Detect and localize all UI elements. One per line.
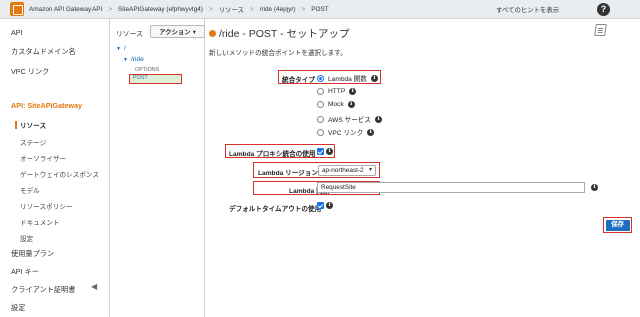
integration-option-label: AWS サービス	[328, 117, 371, 124]
integration-option-mock[interactable]: Mock i	[317, 101, 355, 108]
expanded-arrow-icon[interactable]: ▼	[116, 46, 121, 52]
info-icon[interactable]: i	[367, 128, 375, 136]
collapse-sidebar-icon[interactable]: ◀	[91, 282, 97, 291]
radio-button[interactable]	[317, 88, 324, 95]
breadcrumb: API > SiteAPIGateway (efphwyvtg4) > リソース…	[92, 5, 329, 14]
sidebar-item-documentation[interactable]: ドキュメント	[20, 217, 60, 227]
brand[interactable]: Amazon API Gateway	[0, 2, 92, 16]
default-timeout-checkbox[interactable]	[317, 202, 324, 209]
resource-tree-panel: リソース アクション ▾ ▼ / ▼/ride OPTIONS POST	[110, 19, 205, 317]
save-button[interactable]: 保存	[603, 217, 632, 233]
info-icon[interactable]: i	[326, 202, 333, 209]
integration-option-label: VPC リンク	[328, 130, 364, 137]
breadcrumb-item-resources[interactable]: リソース	[219, 5, 244, 14]
sidebar-item-settings[interactable]: 設定	[11, 303, 25, 313]
info-icon[interactable]: i	[370, 74, 378, 82]
tree-node-ride-label: /ride	[130, 56, 144, 63]
sidebar-item-usage-plans[interactable]: 使用量プラン	[11, 249, 54, 259]
radio-button[interactable]	[317, 101, 324, 108]
chevron-down-icon: ▾	[192, 28, 196, 36]
sidebar-item-resource-policy[interactable]: リソースポリシー	[20, 201, 72, 211]
breadcrumb-item-ride[interactable]: /ride (4epjyr)	[260, 6, 296, 13]
sidebar-item-gateway-responses[interactable]: ゲートウェイのレスポンス	[20, 169, 99, 179]
page-title-text: /ride - POST - セットアップ	[219, 28, 350, 40]
show-all-hints-link[interactable]: すべてのヒントを表示	[496, 5, 559, 14]
page-subtitle: 新しいメソッドの統合ポイントを選択します。	[209, 50, 347, 57]
integration-type-label: 統合タイプ	[282, 77, 315, 84]
brand-name: Amazon API Gateway	[29, 5, 92, 13]
sidebar-item-api-settings[interactable]: 設定	[20, 233, 33, 243]
help-icon[interactable]: ?	[597, 3, 610, 16]
sidebar-item-models[interactable]: モデル	[20, 185, 40, 195]
sidebar-item-custom-domain[interactable]: カスタムドメイン名	[11, 47, 76, 57]
lambda-function-input[interactable]: RequestSite	[317, 182, 585, 193]
sidebar-item-resources[interactable]: リソース	[14, 120, 46, 130]
integration-option-label: Lambda 関数	[328, 76, 367, 83]
breadcrumb-item-post[interactable]: POST	[311, 6, 328, 13]
sidebar-api-name: API: SiteAPIGateway	[11, 101, 83, 110]
sidebar-item-api[interactable]: API	[11, 28, 23, 37]
sidebar-item-api-keys[interactable]: API キー	[11, 267, 39, 277]
chevron-down-icon: ▾	[368, 167, 372, 173]
tree-method-options[interactable]: OPTIONS	[135, 67, 159, 73]
tree-node-ride[interactable]: ▼/ride	[123, 56, 144, 63]
sidebar-item-client-certificates[interactable]: クライアント証明書	[11, 285, 75, 295]
breadcrumb-item-api-name[interactable]: SiteAPIGateway (efphwyvtg4)	[118, 6, 203, 13]
method-setup-panel: /ride - POST - セットアップ 新しいメソッドの統合ポイントを選択し…	[205, 19, 640, 317]
expanded-arrow-icon[interactable]: ▼	[123, 57, 128, 63]
documentation-icon[interactable]	[594, 24, 607, 36]
sidebar: API カスタムドメイン名 VPC リンク API: SiteAPIGatewa…	[0, 19, 110, 317]
radio-button[interactable]	[317, 128, 324, 136]
lambda-region-select[interactable]: ap-northeast-2 ▾	[318, 165, 376, 176]
actions-button-label: アクション	[159, 29, 191, 36]
breadcrumb-separator: >	[249, 5, 254, 13]
breadcrumb-item-api[interactable]: API	[92, 6, 102, 13]
actions-dropdown-button[interactable]: アクション ▾	[150, 25, 205, 38]
proxy-integration-checkbox[interactable]	[317, 148, 324, 155]
sidebar-item-stages[interactable]: ステージ	[20, 137, 46, 147]
breadcrumb-separator: >	[301, 5, 306, 13]
info-icon[interactable]: i	[347, 101, 355, 108]
info-icon[interactable]: i	[591, 184, 598, 191]
radio-button-selected[interactable]	[317, 74, 324, 82]
integration-option-label: HTTP	[328, 88, 346, 95]
lambda-region-label: Lambda リージョン	[258, 170, 318, 177]
integration-option-aws-service[interactable]: AWS サービス i	[317, 114, 382, 124]
integration-option-http[interactable]: HTTP i	[317, 88, 357, 95]
sidebar-item-vpc-link[interactable]: VPC リンク	[11, 67, 49, 77]
info-icon[interactable]: i	[374, 115, 382, 123]
radio-button[interactable]	[317, 115, 324, 123]
info-icon[interactable]: i	[349, 88, 357, 95]
save-button-label: 保存	[605, 219, 630, 231]
tree-node-root-label: /	[123, 45, 126, 52]
breadcrumb-separator: >	[108, 5, 113, 13]
default-timeout-label: デフォルトタイムアウトの使用	[229, 206, 322, 213]
tree-node-root[interactable]: ▼ /	[116, 45, 126, 52]
integration-option-label: Mock	[328, 101, 344, 108]
api-gateway-logo-icon	[10, 2, 24, 16]
breadcrumb-separator: >	[208, 5, 213, 13]
integration-option-lambda[interactable]: Lambda 関数 i	[317, 73, 378, 83]
lambda-region-value: ap-northeast-2	[322, 167, 364, 174]
method-indicator-icon	[209, 30, 216, 37]
page-title: /ride - POST - セットアップ	[209, 26, 350, 41]
integration-option-vpc-link[interactable]: VPC リンク i	[317, 127, 375, 137]
sidebar-item-authorizers[interactable]: オーソライザー	[20, 153, 66, 163]
lambda-function-value: RequestSite	[321, 184, 356, 191]
proxy-integration-label: Lambda プロキシ統合の使用	[229, 151, 316, 158]
info-icon[interactable]: i	[326, 148, 333, 155]
top-navigation-bar: Amazon API Gateway API > SiteAPIGateway …	[0, 0, 640, 19]
resources-label: リソース	[116, 31, 143, 38]
tree-method-post[interactable]: POST	[129, 74, 182, 84]
